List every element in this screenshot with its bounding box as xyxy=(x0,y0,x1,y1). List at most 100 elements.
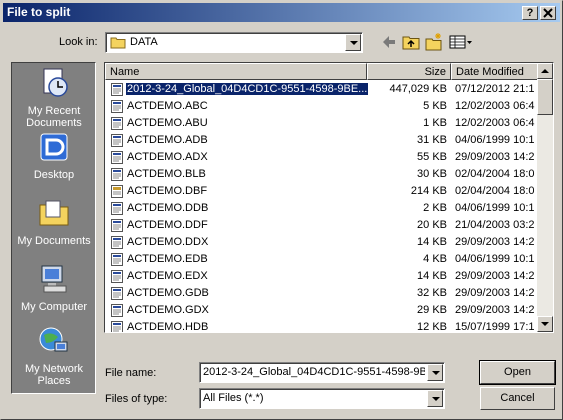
places-bar: My Recent Documents Desktop My Documents… xyxy=(11,62,96,394)
new-folder-icon xyxy=(425,33,442,51)
file-row[interactable]: ACTDEMO.DBF 214 KB 02/04/2004 18:0 xyxy=(105,183,537,200)
title-bar[interactable]: File to split ? xyxy=(3,3,560,22)
place-label: My Documents xyxy=(17,235,91,247)
vertical-scrollbar[interactable] xyxy=(537,63,553,332)
file-name: ACTDEMO.DBF xyxy=(127,185,208,197)
my-documents-icon xyxy=(39,200,69,226)
file-row[interactable]: ACTDEMO.DDF 20 KB 21/04/2003 03:2 xyxy=(105,217,537,234)
place-label: My Network Places xyxy=(24,363,84,387)
file-row[interactable]: ACTDEMO.EDB 4 KB 04/06/1999 10:1 xyxy=(105,251,537,268)
scroll-up-button[interactable] xyxy=(537,63,553,79)
file-row[interactable]: ACTDEMO.GDX 29 KB 29/09/2003 14:2 xyxy=(105,302,537,319)
close-icon xyxy=(543,8,553,18)
file-row[interactable]: ACTDEMO.EDX 14 KB 29/09/2003 14:2 xyxy=(105,268,537,285)
chevron-down-icon xyxy=(541,322,549,326)
help-button[interactable]: ? xyxy=(522,6,538,20)
file-date: 12/02/2003 06:4 xyxy=(455,100,535,112)
place-label: My Computer xyxy=(20,301,88,313)
file-row[interactable]: ACTDEMO.DDX 14 KB 29/09/2003 14:2 xyxy=(105,234,537,251)
file-date: 02/04/2004 18:0 xyxy=(455,185,535,197)
file-name: ACTDEMO.GDB xyxy=(127,287,209,299)
file-row[interactable]: 2012-3-24_Global_04D4CD1C-9551-4598-9BE.… xyxy=(105,81,537,98)
look-in-value: DATA xyxy=(130,36,158,48)
column-header-size[interactable]: Size xyxy=(367,63,451,80)
cancel-button[interactable]: Cancel xyxy=(480,387,555,410)
file-size: 31 KB xyxy=(417,134,447,146)
file-row[interactable]: ACTDEMO.ABC 5 KB 12/02/2003 06:4 xyxy=(105,98,537,115)
file-name: ACTDEMO.DDF xyxy=(127,219,208,231)
file-name: ACTDEMO.DDB xyxy=(127,202,209,214)
file-icon xyxy=(111,83,123,96)
chevron-up-icon xyxy=(541,69,549,73)
file-name: ACTDEMO.DDX xyxy=(127,236,209,248)
close-button[interactable] xyxy=(540,6,556,20)
scroll-thumb[interactable] xyxy=(537,79,553,115)
look-in-combo[interactable]: DATA xyxy=(105,32,363,53)
file-size: 12 KB xyxy=(417,321,447,333)
my-computer-icon xyxy=(41,265,67,293)
chevron-down-icon[interactable] xyxy=(427,390,443,407)
file-icon xyxy=(111,321,123,332)
files-of-type-select[interactable]: All Files (*.*) xyxy=(199,388,445,409)
file-size: 20 KB xyxy=(417,219,447,231)
new-folder-button[interactable] xyxy=(424,32,444,52)
file-size: 214 KB xyxy=(410,185,447,197)
up-folder-icon xyxy=(402,36,420,50)
back-button[interactable] xyxy=(379,32,399,52)
file-date: 02/04/2004 18:0 xyxy=(455,168,535,180)
folder-icon xyxy=(110,37,126,49)
file-date: 04/06/1999 10:1 xyxy=(455,253,535,265)
file-name: 2012-3-24_Global_04D4CD1C-9551-4598-9BE.… xyxy=(124,82,370,96)
file-icon xyxy=(111,304,123,317)
file-date: 04/06/1999 10:1 xyxy=(455,134,535,146)
view-menu-button[interactable] xyxy=(448,32,474,52)
column-header-date-modified[interactable]: Date Modified xyxy=(451,63,539,80)
file-size: 14 KB xyxy=(417,270,447,282)
file-name: ACTDEMO.GDX xyxy=(127,304,209,316)
file-row[interactable]: ACTDEMO.ADB 31 KB 04/06/1999 10:1 xyxy=(105,132,537,149)
file-name-field[interactable]: 2012-3-24_Global_04D4CD1C-9551-4598-9BE xyxy=(199,362,445,383)
scroll-down-button[interactable] xyxy=(537,316,553,332)
column-header-name[interactable]: Name xyxy=(105,63,367,80)
place-my-network-places[interactable]: My Network Places xyxy=(12,325,96,387)
file-date: 04/06/1999 10:1 xyxy=(455,202,535,214)
up-folder-button[interactable] xyxy=(401,32,421,52)
file-icon xyxy=(111,117,123,130)
place-my-documents[interactable]: My Documents xyxy=(12,197,96,247)
look-in-label: Look in: xyxy=(59,36,98,48)
file-date: 29/09/2003 14:2 xyxy=(455,236,535,248)
file-name: ACTDEMO.ABC xyxy=(127,100,208,112)
file-icon xyxy=(111,270,123,283)
file-icon xyxy=(111,236,123,249)
chevron-down-icon[interactable] xyxy=(345,34,361,51)
recent-documents-icon xyxy=(43,68,68,97)
place-my-computer[interactable]: My Computer xyxy=(12,263,96,313)
file-name: ACTDEMO.ADB xyxy=(127,134,208,146)
file-size: 32 KB xyxy=(417,287,447,299)
file-name: ACTDEMO.EDX xyxy=(127,270,208,282)
chevron-down-icon[interactable] xyxy=(427,364,443,381)
window-title: File to split xyxy=(7,5,71,19)
file-size: 14 KB xyxy=(417,236,447,248)
file-row[interactable]: ACTDEMO.HDB 12 KB 15/07/1999 17:1 xyxy=(105,319,537,333)
open-button[interactable]: Open xyxy=(479,360,556,385)
file-icon xyxy=(111,287,123,300)
place-my-recent-documents[interactable]: My Recent Documents xyxy=(12,67,96,129)
file-size: 447,029 KB xyxy=(389,83,448,95)
file-row[interactable]: ACTDEMO.GDB 32 KB 29/09/2003 14:2 xyxy=(105,285,537,302)
file-row[interactable]: ACTDEMO.BLB 30 KB 02/04/2004 18:0 xyxy=(105,166,537,183)
files-of-type-value: All Files (*.*) xyxy=(203,392,264,404)
file-size: 2 KB xyxy=(423,202,447,214)
file-row[interactable]: ACTDEMO.ADX 55 KB 29/09/2003 14:2 xyxy=(105,149,537,166)
file-row[interactable]: ACTDEMO.ABU 1 KB 12/02/2003 06:4 xyxy=(105,115,537,132)
file-list[interactable]: Name Size Date Modified 2012-3-24_Global… xyxy=(104,62,554,333)
file-size: 5 KB xyxy=(423,100,447,112)
place-desktop[interactable]: Desktop xyxy=(12,131,96,181)
file-row[interactable]: ACTDEMO.DDB 2 KB 04/06/1999 10:1 xyxy=(105,200,537,217)
place-label: My Recent Documents xyxy=(26,105,82,129)
file-icon xyxy=(111,134,123,147)
back-arrow-icon xyxy=(383,36,395,48)
files-of-type-label: Files of type: xyxy=(105,393,168,405)
file-name: ACTDEMO.EDB xyxy=(127,253,208,265)
file-icon xyxy=(111,219,123,232)
